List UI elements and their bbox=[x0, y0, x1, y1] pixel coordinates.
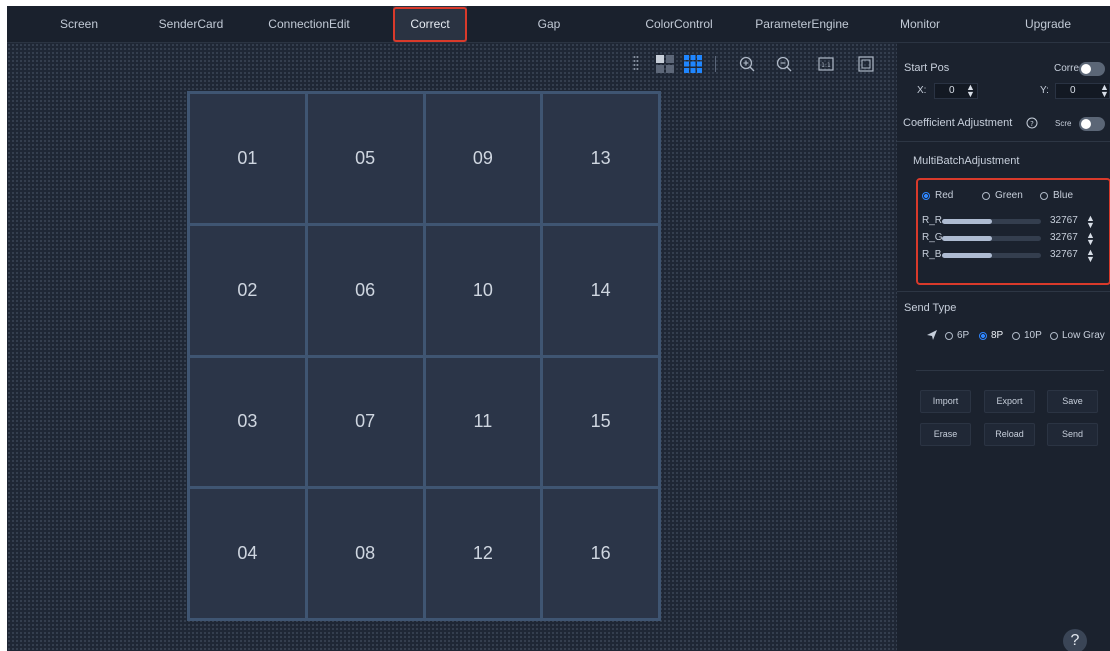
slider-label: R_G bbox=[922, 232, 943, 243]
reload-button[interactable]: Reload bbox=[984, 423, 1035, 446]
cabinet-cell[interactable]: 08 bbox=[307, 489, 423, 618]
help-button[interactable]: ? bbox=[1063, 629, 1087, 651]
radio-red-label: Red bbox=[935, 190, 954, 201]
section-divider bbox=[897, 291, 1110, 292]
cabinet-cell[interactable]: 02 bbox=[190, 225, 305, 355]
cabinet-cell[interactable]: 07 bbox=[307, 357, 423, 487]
tab-gap[interactable]: Gap bbox=[538, 6, 561, 42]
app-window: Screen SenderCard ConnectionEdit Correct… bbox=[7, 6, 1110, 651]
cabinet-cell[interactable]: 10 bbox=[425, 225, 541, 355]
radio-10p-label: 10P bbox=[1024, 330, 1042, 341]
correct-toggle[interactable] bbox=[1079, 62, 1105, 76]
radio-red[interactable] bbox=[922, 192, 930, 200]
radio-green-label: Green bbox=[995, 190, 1023, 201]
erase-button[interactable]: Erase bbox=[920, 423, 971, 446]
canvas-toolbar: 1:1 bbox=[7, 53, 897, 75]
radio-6p[interactable] bbox=[945, 332, 953, 340]
tab-upgrade[interactable]: Upgrade bbox=[1025, 6, 1071, 42]
save-button[interactable]: Save bbox=[1047, 390, 1098, 413]
rb-slider[interactable] bbox=[942, 253, 1041, 258]
coefficient-toggle-label: Scre bbox=[1055, 119, 1072, 128]
tab-sendercard[interactable]: SenderCard bbox=[159, 6, 224, 42]
import-button[interactable]: Import bbox=[920, 390, 971, 413]
cabinet-cell[interactable]: 14 bbox=[543, 225, 658, 355]
cabinet-cell[interactable]: 04 bbox=[190, 489, 305, 618]
svg-text:1:1: 1:1 bbox=[821, 62, 831, 69]
cabinet-cell[interactable]: 06 bbox=[307, 225, 423, 355]
cabinet-cell[interactable]: 12 bbox=[425, 489, 541, 618]
rb-slider-fill bbox=[942, 253, 992, 258]
cabinet-cell[interactable]: 11 bbox=[425, 357, 541, 487]
fit-screen-icon[interactable] bbox=[857, 55, 875, 73]
send-type-title: Send Type bbox=[904, 302, 957, 314]
tab-connectionedit[interactable]: ConnectionEdit bbox=[268, 6, 349, 42]
rg-value[interactable]: 32767 bbox=[1050, 232, 1078, 243]
grid-view-4x4-icon[interactable] bbox=[683, 54, 703, 74]
svg-text:?: ? bbox=[1030, 120, 1034, 128]
rr-stepper-icon[interactable]: ▲ ▼ bbox=[1086, 214, 1095, 230]
radio-10p[interactable] bbox=[1012, 332, 1020, 340]
y-label: Y: bbox=[1040, 85, 1049, 96]
rr-slider-fill bbox=[942, 219, 992, 224]
tab-monitor[interactable]: Monitor bbox=[900, 6, 940, 42]
coefficient-adjustment-label: Coefficient Adjustment bbox=[903, 117, 1013, 129]
multibatch-title: MultiBatchAdjustment bbox=[913, 155, 1020, 167]
rb-stepper-icon[interactable]: ▲ ▼ bbox=[1086, 248, 1095, 264]
correct-settings-panel: Start Pos Correct X: 0 ▲ ▼ Y: 0 ▲ ▼ Coeffi… bbox=[897, 43, 1110, 651]
radio-8p[interactable] bbox=[979, 332, 987, 340]
radio-low-gray-label: Low Gray bbox=[1062, 330, 1105, 341]
x-label: X: bbox=[917, 85, 927, 96]
slider-label: R_R bbox=[922, 215, 943, 226]
cabinet-grid: 01 05 09 13 02 06 10 14 03 07 11 15 04 0… bbox=[187, 91, 661, 621]
zoom-out-icon[interactable] bbox=[775, 55, 793, 73]
rr-slider[interactable] bbox=[942, 219, 1041, 224]
tab-screen[interactable]: Screen bbox=[60, 6, 98, 42]
cabinet-cell[interactable]: 09 bbox=[425, 94, 541, 223]
cabinet-cell[interactable]: 03 bbox=[190, 357, 305, 487]
start-x-stepper-icon[interactable]: ▲ ▼ bbox=[966, 83, 975, 99]
rg-slider-fill bbox=[942, 236, 992, 241]
drag-handle-icon[interactable] bbox=[633, 55, 639, 73]
help-circle-icon[interactable]: ? bbox=[1026, 117, 1038, 129]
send-button[interactable]: Send bbox=[1047, 423, 1098, 446]
cabinet-cell[interactable]: 01 bbox=[190, 94, 305, 223]
cabinet-cell[interactable]: 16 bbox=[543, 489, 658, 618]
rr-value[interactable]: 32767 bbox=[1050, 215, 1078, 226]
top-nav: Screen SenderCard ConnectionEdit Correct… bbox=[7, 6, 1110, 43]
start-y-stepper-icon[interactable]: ▲ ▼ bbox=[1100, 83, 1109, 99]
actual-size-icon[interactable]: 1:1 bbox=[817, 55, 835, 73]
start-pos-label: Start Pos bbox=[904, 62, 950, 74]
section-divider bbox=[916, 370, 1104, 371]
coefficient-toggle[interactable] bbox=[1079, 117, 1105, 131]
zoom-in-icon[interactable] bbox=[738, 55, 756, 73]
radio-green[interactable] bbox=[982, 192, 990, 200]
tab-correct[interactable]: Correct bbox=[393, 6, 467, 42]
radio-blue[interactable] bbox=[1040, 192, 1048, 200]
rb-value[interactable]: 32767 bbox=[1050, 249, 1078, 260]
rg-slider[interactable] bbox=[942, 236, 1041, 241]
radio-6p-label: 6P bbox=[957, 330, 970, 341]
grid-view-2x2-icon[interactable] bbox=[655, 54, 675, 74]
cabinet-cell[interactable]: 05 bbox=[307, 94, 423, 223]
slider-label: R_B bbox=[922, 249, 942, 260]
tab-colorcontrol[interactable]: ColorControl bbox=[645, 6, 712, 42]
export-button[interactable]: Export bbox=[984, 390, 1035, 413]
radio-blue-label: Blue bbox=[1053, 190, 1074, 201]
section-divider bbox=[897, 141, 1110, 142]
radio-8p-label: 8P bbox=[991, 330, 1004, 341]
screen-canvas[interactable]: 1:1 01 05 09 13 02 06 10 14 03 07 11 15 … bbox=[7, 43, 897, 651]
cabinet-cell[interactable]: 13 bbox=[543, 94, 658, 223]
cabinet-cell[interactable]: 15 bbox=[543, 357, 658, 487]
tab-parameterengine[interactable]: ParameterEngine bbox=[755, 6, 848, 42]
radio-low-gray[interactable] bbox=[1050, 332, 1058, 340]
rg-stepper-icon[interactable]: ▲ ▼ bbox=[1086, 231, 1095, 247]
send-arrow-icon bbox=[927, 330, 937, 340]
toolbar-divider bbox=[715, 56, 716, 72]
